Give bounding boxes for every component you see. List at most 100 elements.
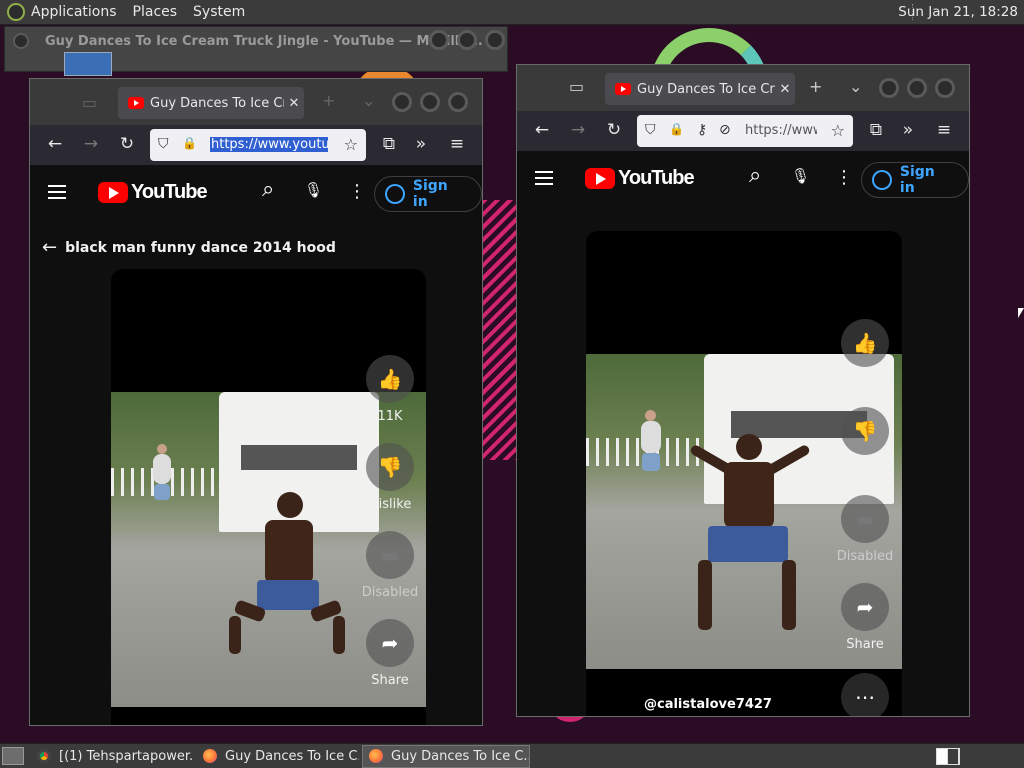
back-window-title: Guy Dances To Ice Cream Truck Jingle - Y… [45,34,483,49]
youtube-logo[interactable]: YouTube [585,167,695,190]
dislike-button[interactable]: 👎 Dislike [831,407,899,476]
youtube-wordmark: YouTube [131,181,208,203]
guide-menu-icon[interactable] [48,185,66,199]
tab-youtube[interactable]: Guy Dances To Ice Cream Truck Jingle - Y… [118,87,304,119]
close-button[interactable] [485,30,505,50]
dislike-button[interactable]: 👎 Dislike [356,443,424,512]
show-desktop-button[interactable] [2,747,24,765]
close-button[interactable] [448,92,468,112]
youtube-page: YouTube ⌕ 🎙 ⋮ Sign in @calistalove7427 👍… [517,151,969,716]
mouse-cursor-icon [1018,308,1024,318]
taskbar-item-chrome[interactable]: [(1) Tehspartapower... [30,745,194,768]
guide-menu-icon[interactable] [535,171,553,185]
new-tab-icon[interactable]: + [322,91,335,110]
forward-icon[interactable]: → [80,135,102,153]
sign-in-button[interactable]: Sign in [861,162,969,198]
comments-disabled-button[interactable]: ▬ Disabled [356,531,424,600]
workspace-2[interactable] [948,749,959,764]
more-actions-button[interactable]: ⋯ [831,673,899,716]
microphone-icon[interactable]: 🎙 [791,167,810,185]
close-button[interactable] [935,78,955,98]
window-menu-icon[interactable] [13,33,29,49]
app-menu-icon[interactable]: ≡ [933,121,955,139]
tab-list-icon[interactable]: ⌄ [849,77,862,96]
youtube-favicon-icon [128,97,144,109]
like-count: 11K [377,409,403,424]
bookmark-star-icon[interactable]: ☆ [831,121,845,140]
share-button[interactable]: ➦ Share [831,583,899,652]
minimize-button[interactable] [879,78,899,98]
overflow-icon[interactable]: » [897,121,919,139]
forward-icon[interactable]: → [567,121,589,139]
tab-close-icon[interactable]: ✕ [775,82,795,97]
tab-strip: ▭ Guy Dances To Ice Cream Truck Jingle -… [517,65,969,111]
extensions-icon[interactable]: ⧉ [378,135,400,153]
maximize-button[interactable] [420,92,440,112]
new-tab-icon[interactable]: + [809,77,822,96]
lock-icon[interactable]: 🔒 [669,122,684,136]
thumbs-down-icon: 👎 [366,443,414,491]
url-bar[interactable]: ⛉ 🔒 ⚷ ⊘ https://www.youtube.com/shorts/ … [637,115,853,147]
thumbs-up-icon: 👍 [841,319,889,367]
url-text[interactable]: https://www.youtube.com/shorts/ [210,137,328,152]
reload-icon[interactable]: ↻ [116,135,138,153]
tab-manager-icon[interactable]: ▭ [569,77,584,96]
taskbar-item-firefox-2[interactable]: Guy Dances To Ice C... [362,744,530,768]
tab-manager-icon[interactable]: ▭ [82,93,97,112]
microphone-icon[interactable]: 🎙 [304,181,323,199]
menu-applications[interactable]: Applications [31,4,117,20]
left-browser-window[interactable]: ▭ Guy Dances To Ice Cream Truck Jingle -… [29,78,483,726]
dislike-label: Dislike [368,497,412,512]
back-arrow-icon[interactable]: ← [42,237,57,258]
overflow-icon[interactable]: » [410,135,432,153]
mate-logo-icon[interactable] [7,3,25,21]
reload-icon[interactable]: ↻ [603,121,625,139]
lock-icon[interactable]: 🔒 [182,136,197,150]
like-button[interactable]: 👍 11K [831,319,899,388]
desktop-window-thumbnail [64,52,112,76]
sign-in-button[interactable]: Sign in [374,176,482,212]
menu-system[interactable]: System [193,4,245,20]
thumbs-down-icon: 👎 [841,407,889,455]
comments-disabled-button[interactable]: ▬ Disabled [831,495,899,564]
workspace-1[interactable] [937,749,948,764]
kebab-menu-icon[interactable]: ⋮ [835,167,853,188]
minimize-button[interactable] [392,92,412,112]
minimize-button[interactable] [429,30,449,50]
chrome-icon [37,749,51,763]
tab-strip: ▭ Guy Dances To Ice Cream Truck Jingle -… [30,79,482,125]
youtube-page: YouTube ⌕ 🎙 ⋮ Sign in ← black man funny … [30,165,482,725]
share-button[interactable]: ➦ Share [356,619,424,688]
bookmark-star-icon[interactable]: ☆ [344,135,358,154]
search-icon[interactable]: ⌕ [262,177,274,202]
url-text[interactable]: https://www.youtube.com/shorts/ [745,123,817,138]
shield-icon[interactable]: ⛉ [158,136,169,152]
menu-places[interactable]: Places [133,4,178,20]
clock[interactable]: Sun Jan 21, 18:28 [898,4,1018,20]
dancer-shape [229,476,349,676]
app-menu-icon[interactable]: ≡ [446,135,468,153]
autoplay-blocked-icon[interactable]: ⊘ [719,122,731,138]
nav-bar: ← → ↻ ⛉ 🔒 ⚷ ⊘ https://www.youtube.com/sh… [517,111,969,151]
tab-close-icon[interactable]: ✕ [284,96,304,111]
taskbar: [(1) Tehspartapower... Guy Dances To Ice… [0,743,1024,768]
right-browser-window[interactable]: ▭ Guy Dances To Ice Cream Truck Jingle -… [516,64,970,717]
shield-icon[interactable]: ⛉ [645,122,656,138]
like-button[interactable]: 👍 11K [356,355,424,424]
tab-youtube[interactable]: Guy Dances To Ice Cream Truck Jingle - Y… [605,73,795,105]
workspace-switcher[interactable] [936,748,960,765]
taskbar-item-firefox-1[interactable]: Guy Dances To Ice C... [196,745,360,768]
tab-list-icon[interactable]: ⌄ [362,91,375,110]
back-icon[interactable]: ← [531,121,553,139]
back-icon[interactable]: ← [44,135,66,153]
extensions-icon[interactable]: ⧉ [865,121,887,139]
maximize-button[interactable] [907,78,927,98]
maximize-button[interactable] [457,30,477,50]
search-icon[interactable]: ⌕ [749,163,761,188]
url-bar[interactable]: ⛉ 🔒 https://www.youtube.com/shorts/ ☆ [150,129,366,161]
kebab-menu-icon[interactable]: ⋮ [348,181,366,202]
youtube-logo[interactable]: YouTube [98,181,208,204]
channel-handle[interactable]: @calistalove7427 [644,697,772,712]
permissions-icon[interactable]: ⚷ [697,122,707,138]
search-query-text: black man funny dance 2014 hood [65,239,336,256]
